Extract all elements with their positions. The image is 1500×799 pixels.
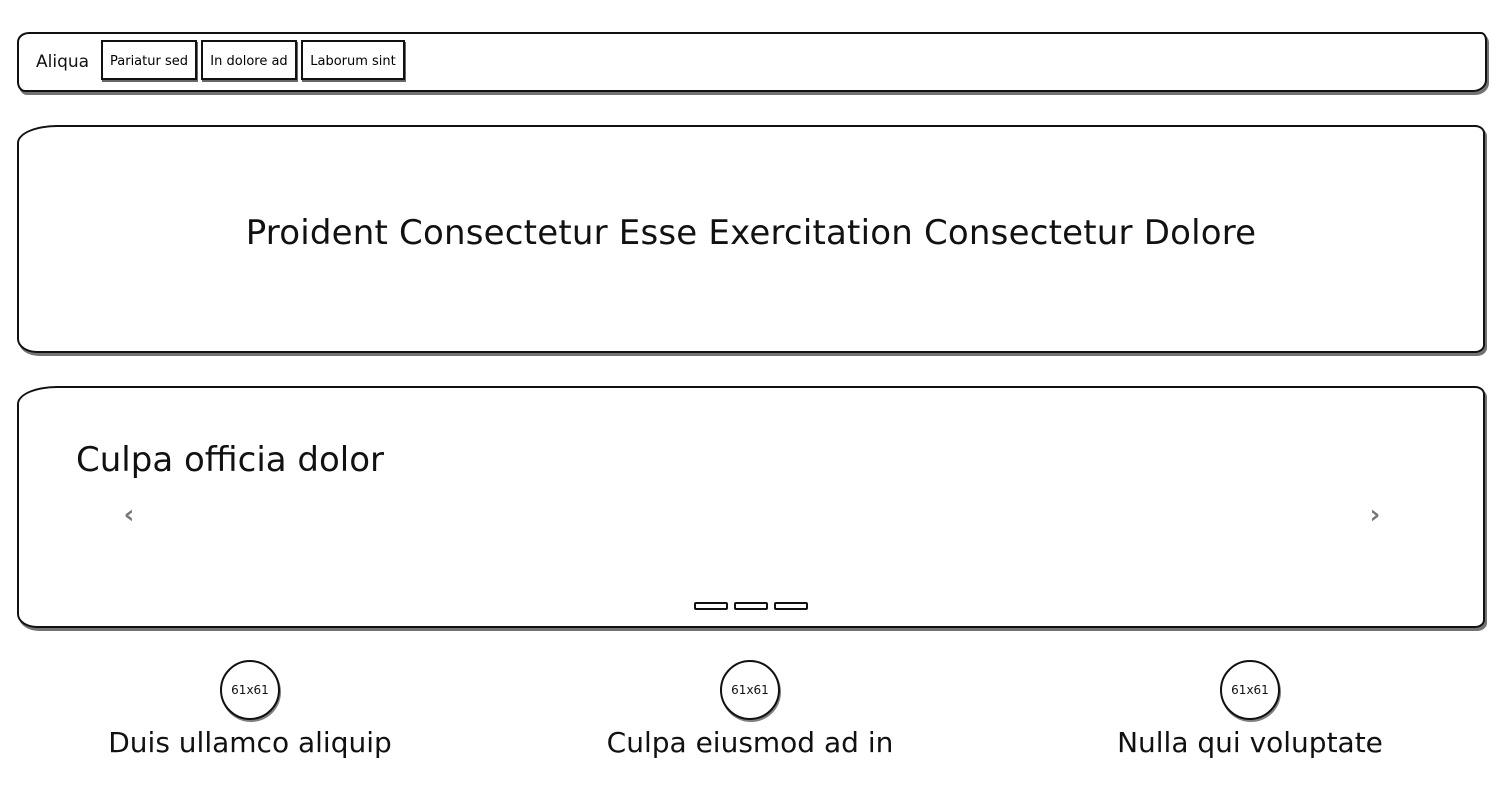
- feature-image-placeholder: 61x61: [1220, 660, 1280, 720]
- chevron-left-icon[interactable]: ‹: [117, 498, 141, 532]
- feature-item: 61x61 Duis ullamco aliquip: [60, 660, 440, 759]
- chevron-right-icon[interactable]: ›: [1363, 498, 1387, 532]
- feature-title: Culpa eiusmod ad in: [606, 726, 894, 759]
- carousel-indicator[interactable]: [774, 602, 808, 610]
- nav-button-pariatur-sed[interactable]: Pariatur sed: [101, 40, 197, 80]
- top-navbar: Aliqua Pariatur sed In dolore ad Laborum…: [17, 32, 1487, 92]
- carousel-indicators: [694, 602, 808, 610]
- carousel-indicator[interactable]: [734, 602, 768, 610]
- feature-image-placeholder: 61x61: [720, 660, 780, 720]
- feature-title: Nulla qui voluptate: [1117, 726, 1383, 759]
- nav-button-in-dolore-ad[interactable]: In dolore ad: [201, 40, 297, 80]
- carousel-indicator[interactable]: [694, 602, 728, 610]
- feature-title: Duis ullamco aliquip: [108, 726, 392, 759]
- carousel: Culpa officia dolor ‹ ›: [17, 386, 1485, 628]
- feature-item: 61x61 Culpa eiusmod ad in: [560, 660, 940, 759]
- brand-label[interactable]: Aliqua: [36, 52, 89, 72]
- feature-image-placeholder: 61x61: [220, 660, 280, 720]
- feature-item: 61x61 Nulla qui voluptate: [1060, 660, 1440, 759]
- hero-title: Proident Consectetur Esse Exercitation C…: [245, 213, 1257, 253]
- carousel-caption: Culpa officia dolor: [76, 440, 385, 480]
- nav-button-laborum-sint[interactable]: Laborum sint: [301, 40, 405, 80]
- hero-panel: Proident Consectetur Esse Exercitation C…: [17, 125, 1485, 353]
